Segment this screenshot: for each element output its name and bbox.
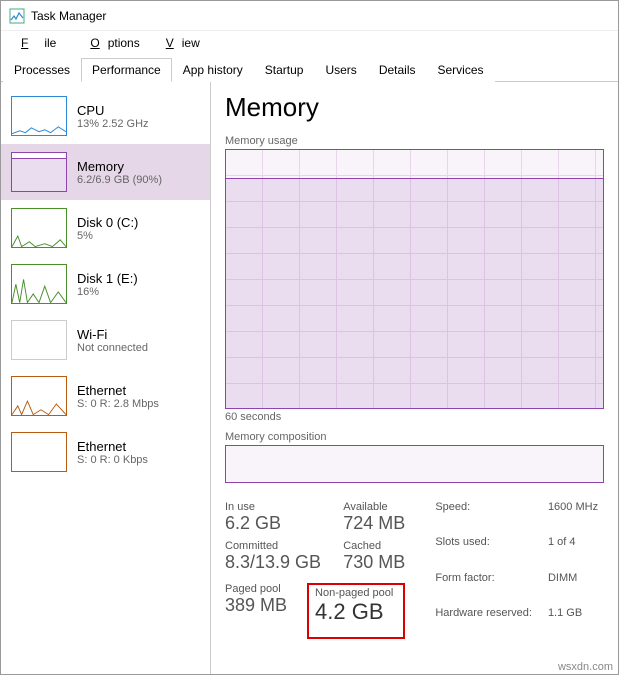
page-title: Memory bbox=[225, 92, 604, 123]
menu-view[interactable]: View bbox=[150, 33, 208, 53]
reserved-label: Hardware reserved: bbox=[435, 607, 532, 639]
committed-label: Committed bbox=[225, 540, 321, 552]
tab-startup[interactable]: Startup bbox=[254, 58, 315, 82]
available-label: Available bbox=[343, 501, 405, 513]
speed-label: Speed: bbox=[435, 501, 532, 533]
sidebar-sub: 13% 2.52 GHz bbox=[77, 118, 149, 130]
memory-thumb-icon bbox=[11, 152, 67, 192]
sidebar-sub: S: 0 R: 2.8 Mbps bbox=[77, 398, 159, 410]
menu-options[interactable]: Options bbox=[74, 33, 147, 53]
cpu-thumb-icon bbox=[11, 96, 67, 136]
disk-thumb-icon bbox=[11, 264, 67, 304]
tab-processes[interactable]: Processes bbox=[3, 58, 81, 82]
composition-label: Memory composition bbox=[225, 431, 604, 443]
slots-label: Slots used: bbox=[435, 536, 532, 568]
sidebar-title: Wi-Fi bbox=[77, 327, 148, 342]
sidebar-item-ethernet-1[interactable]: EthernetS: 0 R: 2.8 Mbps bbox=[1, 368, 210, 424]
tab-services[interactable]: Services bbox=[427, 58, 495, 82]
ethernet-thumb-icon bbox=[11, 432, 67, 472]
nonpaged-value: 4.2 GB bbox=[315, 599, 393, 625]
form-label: Form factor: bbox=[435, 572, 532, 604]
in-use-label: In use bbox=[225, 501, 321, 513]
tab-performance[interactable]: Performance bbox=[81, 58, 172, 82]
tab-users[interactable]: Users bbox=[314, 58, 367, 82]
sidebar-sub: 5% bbox=[77, 230, 138, 242]
sidebar-sub: 16% bbox=[77, 286, 138, 298]
slots-value: 1 of 4 bbox=[548, 536, 598, 568]
sidebar-sub: S: 0 R: 0 Kbps bbox=[77, 454, 148, 466]
tab-app-history[interactable]: App history bbox=[172, 58, 254, 82]
sidebar-sub: Not connected bbox=[77, 342, 148, 354]
main-panel: Memory Memory usage 60 seconds Memory co… bbox=[211, 82, 618, 674]
sidebar-item-cpu[interactable]: CPU13% 2.52 GHz bbox=[1, 88, 210, 144]
sidebar-title: Memory bbox=[77, 159, 162, 174]
disk-thumb-icon bbox=[11, 208, 67, 248]
stats-area: In use6.2 GB Available724 MB Committed8.… bbox=[225, 501, 604, 639]
sidebar-item-wifi[interactable]: Wi-FiNot connected bbox=[1, 312, 210, 368]
sidebar-title: Ethernet bbox=[77, 439, 148, 454]
paged-label: Paged pool bbox=[225, 583, 287, 595]
task-manager-window: Task Manager File Options View Processes… bbox=[0, 0, 619, 675]
app-icon bbox=[9, 8, 25, 24]
paged-pool: Paged pool 389 MB bbox=[225, 583, 287, 639]
cached-value: 730 MB bbox=[343, 552, 405, 573]
ethernet-thumb-icon bbox=[11, 376, 67, 416]
nonpaged-pool-highlighted: Non-paged pool 4.2 GB bbox=[307, 583, 405, 639]
chart-xlabel: 60 seconds bbox=[225, 411, 604, 423]
sidebar: CPU13% 2.52 GHz Memory6.2/6.9 GB (90%) D… bbox=[1, 82, 211, 674]
sidebar-item-disk1[interactable]: Disk 1 (E:)16% bbox=[1, 256, 210, 312]
sidebar-item-disk0[interactable]: Disk 0 (C:)5% bbox=[1, 200, 210, 256]
in-use-value: 6.2 GB bbox=[225, 513, 321, 534]
speed-value: 1600 MHz bbox=[548, 501, 598, 533]
sidebar-title: Disk 0 (C:) bbox=[77, 215, 138, 230]
cached-label: Cached bbox=[343, 540, 405, 552]
reserved-value: 1.1 GB bbox=[548, 607, 598, 639]
titlebar: Task Manager bbox=[1, 1, 618, 31]
sidebar-sub: 6.2/6.9 GB (90%) bbox=[77, 174, 162, 186]
sidebar-item-memory[interactable]: Memory6.2/6.9 GB (90%) bbox=[1, 144, 210, 200]
content-area: CPU13% 2.52 GHz Memory6.2/6.9 GB (90%) D… bbox=[1, 82, 618, 674]
menubar: File Options View bbox=[1, 31, 618, 55]
watermark: wsxdn.com bbox=[558, 661, 613, 673]
sidebar-title: CPU bbox=[77, 103, 149, 118]
paged-value: 389 MB bbox=[225, 595, 287, 616]
committed-value: 8.3/13.9 GB bbox=[225, 552, 321, 573]
wifi-thumb-icon bbox=[11, 320, 67, 360]
sidebar-item-ethernet-2[interactable]: EthernetS: 0 R: 0 Kbps bbox=[1, 424, 210, 480]
available-value: 724 MB bbox=[343, 513, 405, 534]
memory-composition-chart bbox=[225, 445, 604, 483]
sidebar-title: Disk 1 (E:) bbox=[77, 271, 138, 286]
sidebar-title: Ethernet bbox=[77, 383, 159, 398]
memory-usage-chart bbox=[225, 149, 604, 409]
usage-label: Memory usage bbox=[225, 135, 604, 147]
nonpaged-label: Non-paged pool bbox=[315, 587, 393, 599]
memory-properties: Speed: 1600 MHz Slots used: 1 of 4 Form fa… bbox=[435, 501, 598, 639]
menu-file[interactable]: File bbox=[5, 33, 72, 53]
window-title: Task Manager bbox=[31, 9, 106, 23]
tabbar: Processes Performance App history Startu… bbox=[1, 57, 618, 82]
tab-details[interactable]: Details bbox=[368, 58, 427, 82]
form-value: DIMM bbox=[548, 572, 598, 604]
